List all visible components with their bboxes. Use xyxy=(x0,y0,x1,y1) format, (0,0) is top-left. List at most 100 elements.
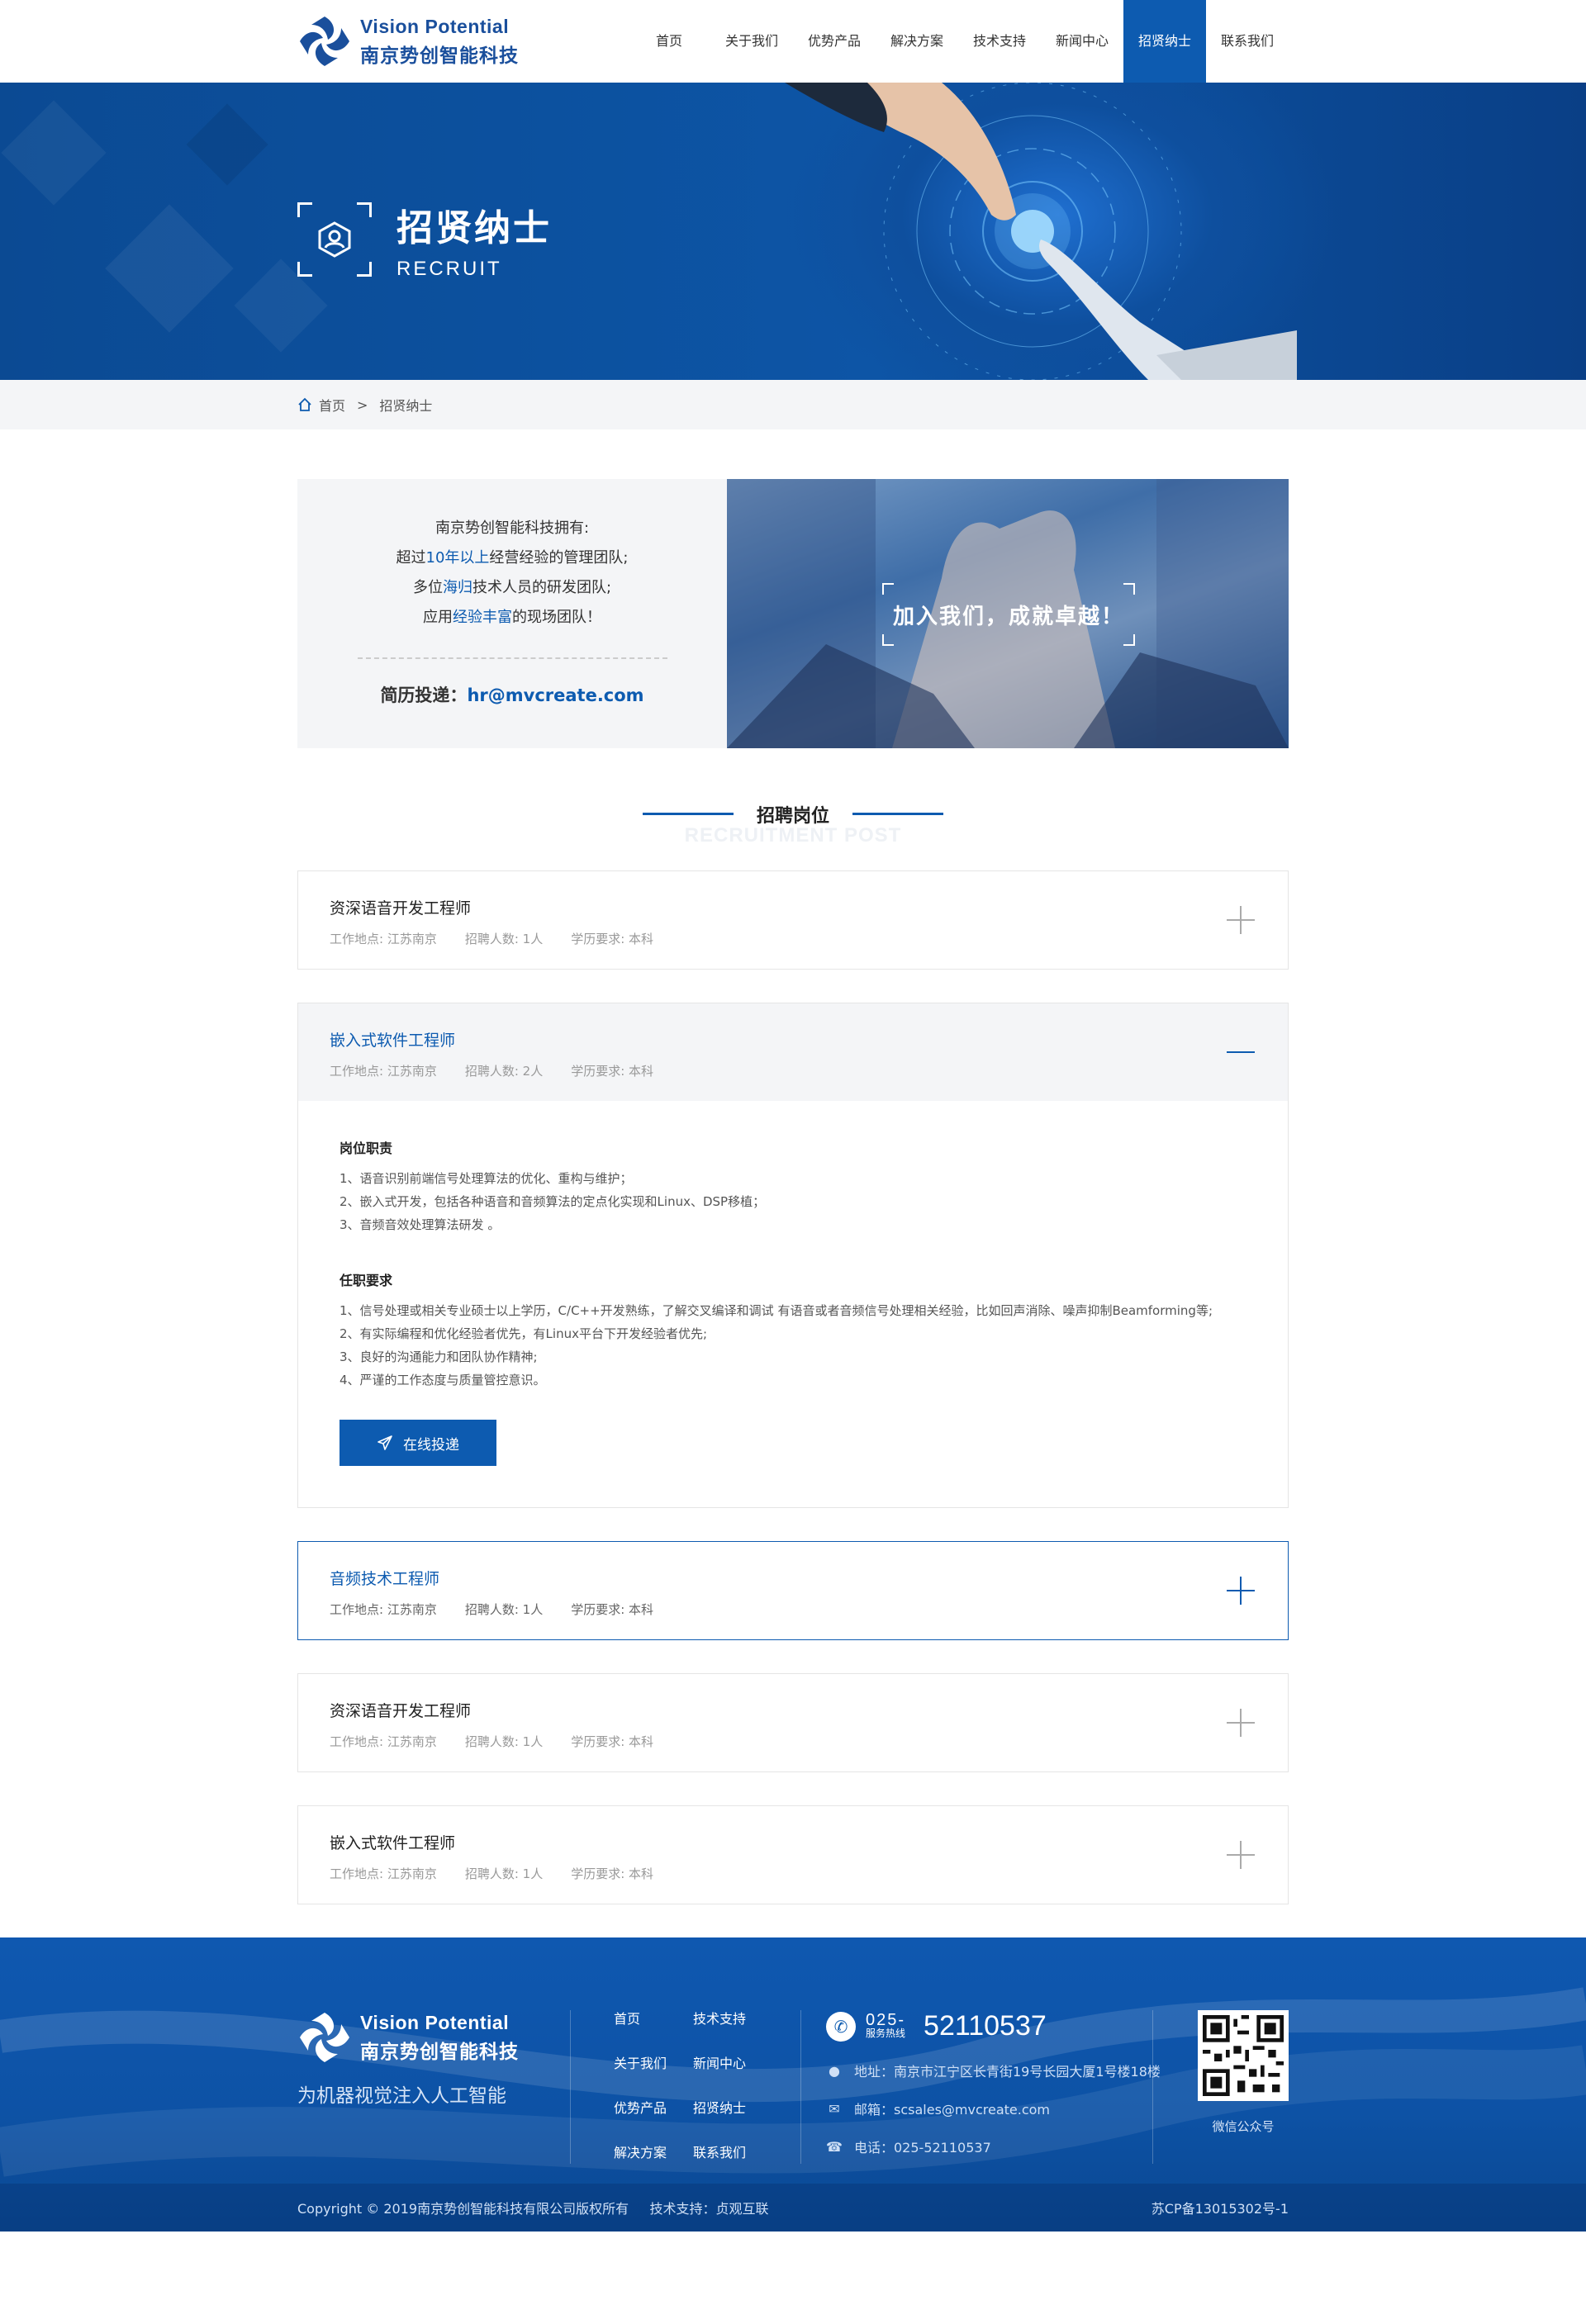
footer-link[interactable]: 技术支持 xyxy=(693,2010,772,2030)
banner-deco-diamond xyxy=(105,204,234,333)
banner-title: 招贤纳士 xyxy=(396,207,552,249)
job-item[interactable]: 资深语音开发工程师 工作地点: 江苏南京 招聘人数: 1人 学历要求: 本科 xyxy=(297,1673,1289,1772)
expand-plus-icon[interactable] xyxy=(1227,1709,1255,1737)
job-item[interactable]: 嵌入式软件工程师 工作地点: 江苏南京 招聘人数: 2人 学历要求: 本科 岗位… xyxy=(297,1003,1289,1508)
job-education: 学历要求: 本科 xyxy=(571,1064,654,1079)
job-title: 嵌入式软件工程师 xyxy=(330,1032,456,1050)
footer-link[interactable]: 优势产品 xyxy=(614,2099,693,2119)
nav-news[interactable]: 新闻中心 xyxy=(1041,0,1123,83)
footer-link[interactable]: 新闻中心 xyxy=(693,2055,772,2075)
hotline-number: 52110537 xyxy=(924,2010,1047,2042)
mail-icon: ✉ xyxy=(829,2100,840,2117)
intro-line: 南京势创智能科技拥有: xyxy=(434,519,590,537)
expand-plus-icon[interactable] xyxy=(1227,1577,1255,1605)
icp-number[interactable]: 苏CP备13015302号-1 xyxy=(1152,2198,1289,2217)
duty-line: 1、语音识别前端信号处理算法的优化、重构与维护； xyxy=(340,1171,633,1186)
nav-support[interactable]: 技术支持 xyxy=(958,0,1041,83)
qr-label: 微信公众号 xyxy=(1212,2119,1275,2134)
resume-email-link[interactable]: hr@mvcreate.com xyxy=(467,685,643,705)
job-count: 招聘人数: 1人 xyxy=(464,932,544,946)
banner-subtitle: RECRUIT xyxy=(396,258,502,280)
job-item[interactable]: 资深语音开发工程师 工作地点: 江苏南京 招聘人数: 1人 学历要求: 本科 xyxy=(297,870,1289,970)
nav-home[interactable]: 首页 xyxy=(628,0,710,83)
job-item[interactable]: 音频技术工程师 工作地点: 江苏南京 招聘人数: 1人 学历要求: 本科 xyxy=(297,1541,1289,1640)
footer-link[interactable]: 关于我们 xyxy=(614,2055,693,2075)
expand-plus-icon[interactable] xyxy=(1227,1841,1255,1869)
footer-link[interactable]: 首页 xyxy=(614,2010,693,2030)
section-title-en: RECRUITMENT POST xyxy=(684,824,902,847)
main-nav: 首页 关于我们 优势产品 解决方案 技术支持 新闻中心 招贤纳士 联系我们 xyxy=(628,0,1289,83)
send-icon xyxy=(378,1435,392,1450)
intro-line: 多位海归技术人员的研发团队; xyxy=(412,579,612,596)
breadcrumb-home[interactable]: 首页 xyxy=(319,395,345,415)
footer-link[interactable]: 招贤纳士 xyxy=(693,2099,772,2119)
nav-products[interactable]: 优势产品 xyxy=(793,0,876,83)
recruit-icon xyxy=(297,202,372,277)
wechat-qr-code xyxy=(1198,2010,1289,2101)
section-title: 招聘岗位 RECRUITMENT POST xyxy=(297,801,1289,859)
home-icon[interactable] xyxy=(297,397,312,412)
section-title-cn: 招聘岗位 xyxy=(756,806,829,827)
apply-online-button[interactable]: 在线投递 xyxy=(340,1420,496,1466)
footer-logo[interactable]: Vision Potential 南京势创智能科技 xyxy=(297,2010,545,2065)
wechat-qr-block: 微信公众号 xyxy=(1152,2010,1289,2164)
job-location: 工作地点: 江苏南京 xyxy=(330,1734,437,1749)
duty-line: 2、嵌入式开发，包括各种语音和音频算法的定点化实现和Linux、DSP移植； xyxy=(340,1194,766,1209)
job-location: 工作地点: 江苏南京 xyxy=(330,1866,437,1881)
job-title: 资深语音开发工程师 xyxy=(330,1702,472,1720)
nav-recruit[interactable]: 招贤纳士 xyxy=(1123,0,1206,83)
job-location: 工作地点: 江苏南京 xyxy=(330,932,437,946)
nav-contact[interactable]: 联系我们 xyxy=(1206,0,1289,83)
site-logo[interactable]: Vision Potential 南京势创智能科技 xyxy=(297,14,519,69)
job-title: 音频技术工程师 xyxy=(330,1570,440,1588)
duty-heading: 岗位职责 xyxy=(340,1141,393,1156)
job-education: 学历要求: 本科 xyxy=(571,1602,654,1617)
expand-plus-icon[interactable] xyxy=(1227,906,1255,934)
site-header: Vision Potential 南京势创智能科技 首页 关于我们 优势产品 解… xyxy=(0,0,1586,83)
join-us-slogan: 加入我们，成就卓越！ xyxy=(892,604,1124,629)
intro-text-panel: 南京势创智能科技拥有: 超过10年以上经营经验的管理团队; 多位海归技术人员的研… xyxy=(297,479,727,748)
apply-button-label: 在线投递 xyxy=(403,1436,459,1454)
logo-mark-icon xyxy=(300,17,349,66)
breadcrumb: 首页 > 招贤纳士 xyxy=(0,380,1586,429)
phone-icon: ✆ xyxy=(826,2011,856,2042)
intro-image: 加入我们，成就卓越！ xyxy=(727,479,1289,748)
nav-about[interactable]: 关于我们 xyxy=(710,0,793,83)
copyright-text: Copyright © 2019南京势创智能科技有限公司版权所有 技术支持：贞观… xyxy=(297,2201,769,2217)
footer-logo-en: Vision Potential xyxy=(360,2011,510,2033)
footer-link[interactable]: 解决方案 xyxy=(614,2144,693,2164)
requirement-heading: 任职要求 xyxy=(340,1273,393,1288)
job-detail: 岗位职责 1、语音识别前端信号处理算法的优化、重构与维护； 2、嵌入式开发，包括… xyxy=(298,1101,1288,1507)
job-list: 资深语音开发工程师 工作地点: 江苏南京 招聘人数: 1人 学历要求: 本科 嵌… xyxy=(297,870,1289,1904)
footer-link[interactable]: 联系我们 xyxy=(693,2144,772,2164)
job-title: 资深语音开发工程师 xyxy=(330,899,472,918)
footer-address: 地址：南京市江宁区长青街19号长园大厦1号楼18楼 xyxy=(854,2064,1161,2080)
job-count: 招聘人数: 1人 xyxy=(464,1866,544,1881)
collapse-minus-icon[interactable] xyxy=(1227,1038,1255,1066)
intro-line: 应用经验丰富的现场团队！ xyxy=(423,609,601,626)
hotline-label: 服务热线 xyxy=(866,2027,906,2039)
resume-email: 简历投递：hr@mvcreate.com xyxy=(380,685,644,705)
footer-links: 首页 技术支持 关于我们 新闻中心 优势产品 招贤纳士 解决方案 联系我们 xyxy=(570,2010,801,2164)
job-education: 学历要求: 本科 xyxy=(571,1866,654,1881)
requirement-line: 2、有实际编程和优化经验者优先，有Linux平台下开发经验者优先; xyxy=(340,1326,708,1341)
divider xyxy=(357,657,667,659)
breadcrumb-separator: > xyxy=(357,396,368,413)
footer-logo-cn: 南京势创智能科技 xyxy=(360,2041,519,2063)
footer-email[interactable]: 邮箱：scsales@mvcreate.com xyxy=(854,2099,1050,2118)
logo-mark-icon xyxy=(300,2013,349,2062)
job-location: 工作地点: 江苏南京 xyxy=(330,1064,437,1079)
job-education: 学历要求: 本科 xyxy=(571,1734,654,1749)
job-item[interactable]: 嵌入式软件工程师 工作地点: 江苏南京 招聘人数: 1人 学历要求: 本科 xyxy=(297,1805,1289,1904)
banner-deco-diamond xyxy=(186,103,268,186)
footer-contact: ✆ 025- 服务热线 52110537 ● 地址：南京市江宁区长青街19号长园… xyxy=(801,2010,1181,2156)
job-count: 招聘人数: 1人 xyxy=(464,1602,544,1617)
job-title: 嵌入式软件工程师 xyxy=(330,1834,456,1852)
job-count: 招聘人数: 2人 xyxy=(464,1064,544,1079)
telephone-icon: ☎ xyxy=(826,2138,843,2155)
footer-slogan: 为机器视觉注入人工智能 xyxy=(297,2085,506,2107)
site-footer: Vision Potential 南京势创智能科技 为机器视觉注入人工智能 首页… xyxy=(0,1937,1586,2232)
nav-solutions[interactable]: 解决方案 xyxy=(876,0,958,83)
location-icon: ● xyxy=(829,2062,840,2079)
hotline-area: 025- xyxy=(866,2010,906,2029)
